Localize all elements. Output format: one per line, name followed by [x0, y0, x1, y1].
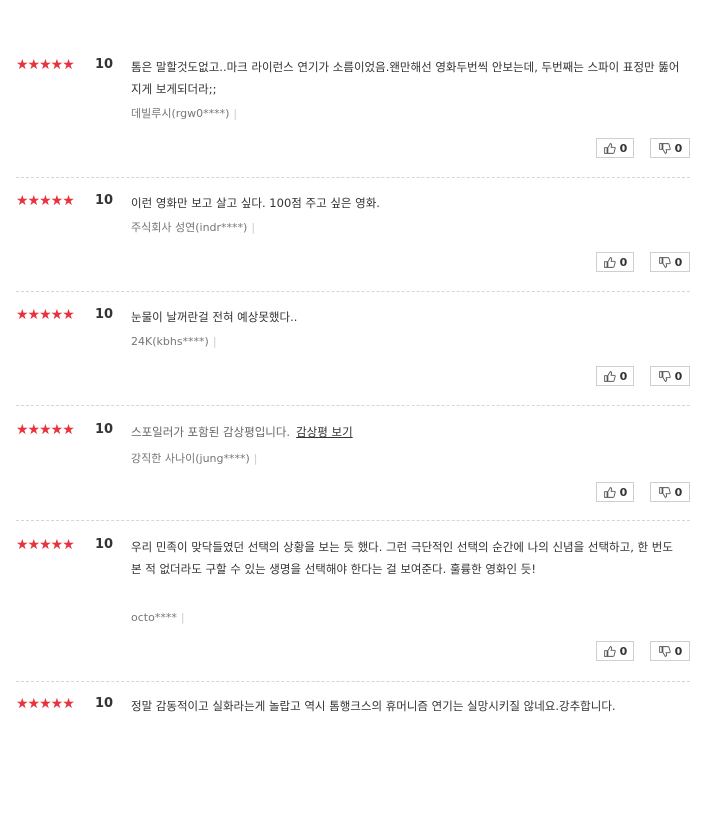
like-button[interactable]: 0: [596, 641, 634, 661]
like-count: 0: [619, 141, 628, 155]
star-rating: ★★★★★: [16, 696, 75, 712]
review-author[interactable]: 강직한 사나이(jung****) |: [131, 451, 258, 467]
dislike-button[interactable]: 0: [650, 641, 690, 661]
thumb-up-icon: [603, 142, 616, 154]
rating-score: 10: [95, 193, 114, 208]
thumb-down-icon: [658, 256, 671, 268]
review-author[interactable]: 24K(kbhs****) |: [131, 334, 217, 350]
divider: [16, 177, 690, 178]
like-button[interactable]: 0: [596, 366, 634, 386]
divider: |: [180, 611, 185, 624]
review-author[interactable]: 데빌루시(rgw0****) |: [131, 106, 237, 122]
review-text: 톰은 말할것도없고..마크 라이런스 연기가 소름이었음.왠만해선 영화두번씩 …: [131, 60, 680, 96]
dislike-button[interactable]: 0: [650, 366, 690, 386]
rating-score: 10: [95, 537, 114, 552]
star-rating: ★★★★★: [16, 537, 75, 553]
thumb-up-icon: [603, 486, 616, 498]
star-rating: ★★★★★: [16, 193, 75, 209]
author-name[interactable]: 강직한 사나이(jung****): [131, 452, 250, 465]
review-text: 우리 민족이 맞닥들였던 선택의 상황을 보는 듯 했다. 그런 극단적인 선택…: [131, 540, 673, 576]
dislike-count: 0: [674, 644, 683, 658]
like-button[interactable]: 0: [596, 252, 634, 272]
author-name[interactable]: octo****: [131, 611, 177, 624]
dislike-count: 0: [674, 141, 683, 155]
like-count: 0: [619, 369, 628, 383]
divider: [16, 291, 690, 292]
like-button[interactable]: 0: [596, 482, 634, 502]
divider: [16, 405, 690, 406]
thumb-down-icon: [658, 370, 671, 382]
like-count: 0: [619, 485, 628, 499]
rating-score: 10: [95, 422, 114, 437]
author-name[interactable]: 데빌루시(rgw0****): [131, 107, 229, 120]
thumb-down-icon: [658, 142, 671, 154]
star-rating: ★★★★★: [16, 422, 75, 438]
review-author[interactable]: octo**** |: [131, 610, 185, 626]
rating-score: 10: [95, 57, 114, 72]
review-text: 정말 감동적이고 실화라는게 놀랍고 역시 톰행크스의 휴머니즘 연기는 실망시…: [131, 699, 616, 713]
like-button[interactable]: 0: [596, 138, 634, 158]
review-text: 이런 영화만 보고 살고 싶다. 100점 주고 싶은 영화.: [131, 196, 380, 210]
thumb-up-icon: [603, 370, 616, 382]
star-rating: ★★★★★: [16, 307, 75, 323]
thumb-down-icon: [658, 486, 671, 498]
like-count: 0: [619, 255, 628, 269]
divider: |: [212, 335, 217, 348]
dislike-count: 0: [674, 369, 683, 383]
spoiler-text: 스포일러가 포함된 감상평입니다.: [131, 425, 291, 439]
thumb-up-icon: [603, 256, 616, 268]
like-count: 0: [619, 644, 628, 658]
rating-score: 10: [95, 696, 114, 711]
author-name[interactable]: 주식회사 성연(indr****): [131, 221, 247, 234]
review-author[interactable]: 주식회사 성연(indr****) |: [131, 220, 255, 236]
dislike-button[interactable]: 0: [650, 482, 690, 502]
divider: [16, 520, 690, 521]
divider: |: [251, 221, 256, 234]
dislike-button[interactable]: 0: [650, 138, 690, 158]
review-text: 눈물이 날꺼란걸 전혀 예상못했다..: [131, 310, 298, 324]
dislike-count: 0: [674, 255, 683, 269]
thumb-down-icon: [658, 645, 671, 657]
divider: |: [233, 107, 238, 120]
divider: |: [253, 452, 258, 465]
divider: [16, 681, 690, 682]
rating-score: 10: [95, 307, 114, 322]
dislike-count: 0: [674, 485, 683, 499]
author-name[interactable]: 24K(kbhs****): [131, 335, 209, 348]
star-rating: ★★★★★: [16, 57, 75, 73]
view-review-link[interactable]: 감상평 보기: [296, 425, 353, 439]
dislike-button[interactable]: 0: [650, 252, 690, 272]
spoiler-notice: 스포일러가 포함된 감상평입니다. 감상평 보기: [131, 421, 686, 443]
thumb-up-icon: [603, 645, 616, 657]
